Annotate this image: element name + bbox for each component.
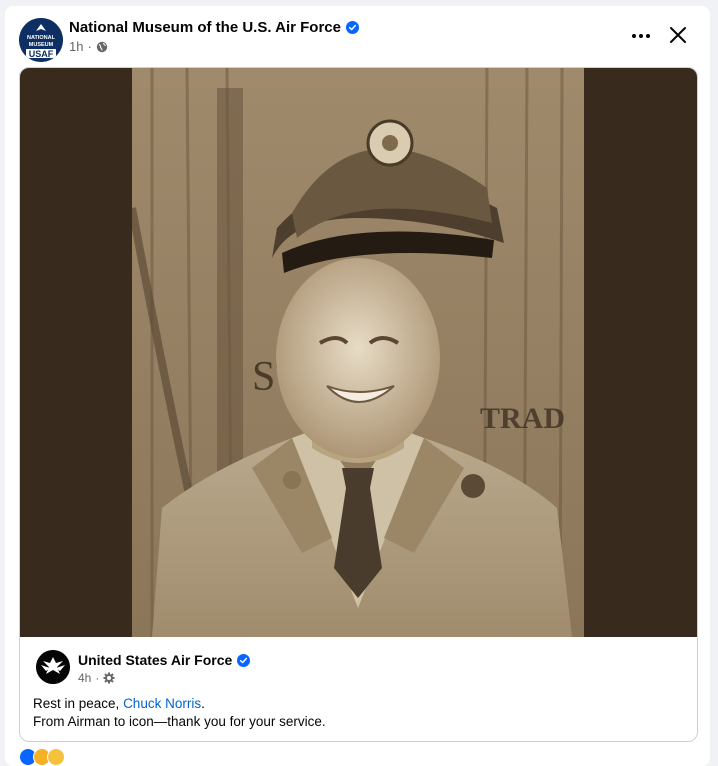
shared-photo[interactable]: STO TRAD	[20, 68, 697, 637]
shared-post-timestamp[interactable]: 4h	[78, 671, 91, 685]
more-options-button[interactable]	[627, 26, 655, 46]
shared-page-name-link[interactable]: United States Air Force	[78, 652, 232, 668]
post-meta: 1h ·	[69, 39, 108, 54]
shared-page-avatar[interactable]	[36, 650, 70, 684]
logo-line-1: NATIONAL	[27, 35, 56, 41]
text-prefix: Rest in peace,	[33, 696, 124, 711]
verified-badge-icon	[345, 21, 359, 34]
shared-text-line-1: Rest in peace, Chuck Norris.	[33, 695, 326, 713]
close-icon	[670, 27, 686, 43]
sign-text-right: TRAD	[480, 402, 565, 435]
shared-page-name-row: United States Air Force	[78, 652, 251, 668]
page-avatar[interactable]: NATIONAL MUSEUM USAF	[19, 18, 63, 62]
more-options-icon	[632, 34, 650, 38]
reaction-summary[interactable]	[19, 748, 65, 766]
shared-post-text: Rest in peace, Chuck Norris. From Airman…	[33, 695, 326, 731]
page-name-link[interactable]: National Museum of the U.S. Air Force	[69, 19, 341, 36]
feed-post: NATIONAL MUSEUM USAF National Museum of …	[5, 6, 710, 766]
museum-logo: NATIONAL MUSEUM USAF	[19, 18, 63, 62]
shared-post-card[interactable]: STO TRAD	[19, 67, 698, 742]
meta-separator: ·	[95, 671, 100, 685]
logo-line-3: USAF	[29, 49, 54, 59]
care-reaction-icon	[47, 748, 65, 766]
globe-icon[interactable]	[96, 41, 108, 53]
air-force-logo-icon	[36, 650, 70, 684]
meta-separator: ·	[87, 39, 92, 54]
post-timestamp[interactable]: 1h	[69, 39, 83, 54]
shared-text-line-2: From Airman to icon—thank you for your s…	[33, 714, 326, 729]
shared-post-meta: 4h ·	[78, 671, 115, 685]
logo-line-2: MUSEUM	[29, 42, 54, 48]
airman-portrait-image: STO TRAD	[132, 68, 584, 637]
mention-link[interactable]: Chuck Norris	[123, 696, 201, 711]
page-name-row: National Museum of the U.S. Air Force	[69, 19, 359, 36]
verified-badge-icon	[237, 653, 251, 667]
close-post-button[interactable]	[667, 24, 689, 46]
text-suffix: .	[201, 696, 205, 711]
gear-icon[interactable]	[103, 672, 115, 684]
